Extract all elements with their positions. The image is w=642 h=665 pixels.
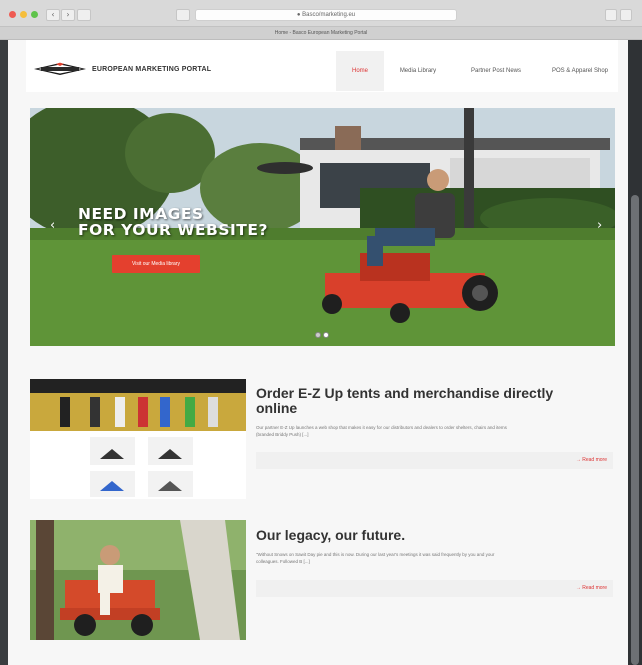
article-title-line1: Order E-Z Up tents and merchandise direc… xyxy=(256,385,554,401)
article-title-line1: Our legacy, our future. xyxy=(256,527,406,543)
scrollbar-thumb[interactable] xyxy=(631,195,639,665)
article-title[interactable]: Order E-Z Up tents and merchandise direc… xyxy=(256,386,553,416)
read-more-bar: → Read more xyxy=(256,452,613,469)
read-more-bar: → Read more xyxy=(256,580,613,597)
nav-pos-apparel-shop[interactable]: POS & Apparel Shop xyxy=(544,51,616,91)
read-more-link[interactable]: → Read more xyxy=(576,452,607,469)
tab-title: Home - Basco European Marketing Portal xyxy=(274,30,368,36)
company-logo[interactable] xyxy=(32,62,88,76)
hero-slider: NEED IMAGES FOR YOUR WEBSITE? Visit our … xyxy=(30,108,615,346)
webshop-screenshot-image xyxy=(30,379,246,497)
maximize-window-icon[interactable] xyxy=(31,11,38,18)
article-excerpt: "Without Snows on Sawit Day pie and this… xyxy=(256,551,613,565)
nav-partner-post-news[interactable]: Partner Post News xyxy=(461,51,531,91)
article-excerpt-line2: colleagues. Followed B [...] xyxy=(256,559,310,564)
forward-button[interactable]: › xyxy=(61,9,75,21)
slider-dot[interactable] xyxy=(315,332,321,338)
article-excerpt-line1: Our partner E-Z Up launches a web shop t… xyxy=(256,425,507,430)
tabs-overview-icon[interactable] xyxy=(620,9,632,21)
share-icon[interactable] xyxy=(605,9,617,21)
vintage-mower-image xyxy=(30,520,246,640)
chevron-left-icon[interactable]: ‹ xyxy=(50,218,55,233)
close-window-icon[interactable] xyxy=(9,11,16,18)
article-excerpt-line2: (branded Briddy Push) [...] xyxy=(256,432,309,437)
minimize-window-icon[interactable] xyxy=(20,11,27,18)
article-title-line2: online xyxy=(256,400,298,416)
media-library-button[interactable]: Visit our Media library xyxy=(112,255,200,273)
privacy-icon[interactable] xyxy=(176,9,190,21)
article-excerpt-line1: "Without Snows on Sawit Day pie and this… xyxy=(256,552,495,557)
hero-headline: NEED IMAGES FOR YOUR WEBSITE? xyxy=(78,206,268,238)
hero-headline-line2: FOR YOUR WEBSITE? xyxy=(78,221,268,239)
web-page: EUROPEAN MARKETING PORTAL Home Media Lib… xyxy=(8,40,628,665)
article-excerpt: Our partner E-Z Up launches a web shop t… xyxy=(256,424,613,438)
slider-pagination xyxy=(315,325,331,343)
article-thumbnail[interactable] xyxy=(30,520,246,640)
article-thumbnail[interactable] xyxy=(30,379,246,499)
address-bar[interactable]: ● Basco/marketing.eu xyxy=(195,9,457,21)
browser-tab[interactable]: Home - Basco European Marketing Portal xyxy=(0,26,642,39)
browser-chrome: ‹ › ● Basco/marketing.eu Home - Basco Eu… xyxy=(0,0,642,40)
hero-headline-line1: NEED IMAGES xyxy=(78,205,204,223)
article-title[interactable]: Our legacy, our future. xyxy=(256,528,405,543)
portal-title: EUROPEAN MARKETING PORTAL xyxy=(92,66,212,73)
back-button[interactable]: ‹ xyxy=(46,9,60,21)
chevron-right-icon[interactable]: › xyxy=(597,218,602,233)
nav-media-library[interactable]: Media Library xyxy=(388,51,448,91)
slider-dot[interactable] xyxy=(323,332,329,338)
read-more-link[interactable]: → Read more xyxy=(576,580,607,597)
browser-toolbar: ‹ › ● Basco/marketing.eu xyxy=(0,5,642,25)
nav-home[interactable]: Home xyxy=(336,51,384,91)
site-header: EUROPEAN MARKETING PORTAL Home Media Lib… xyxy=(26,40,618,92)
sidebar-toggle-icon[interactable] xyxy=(77,9,91,21)
